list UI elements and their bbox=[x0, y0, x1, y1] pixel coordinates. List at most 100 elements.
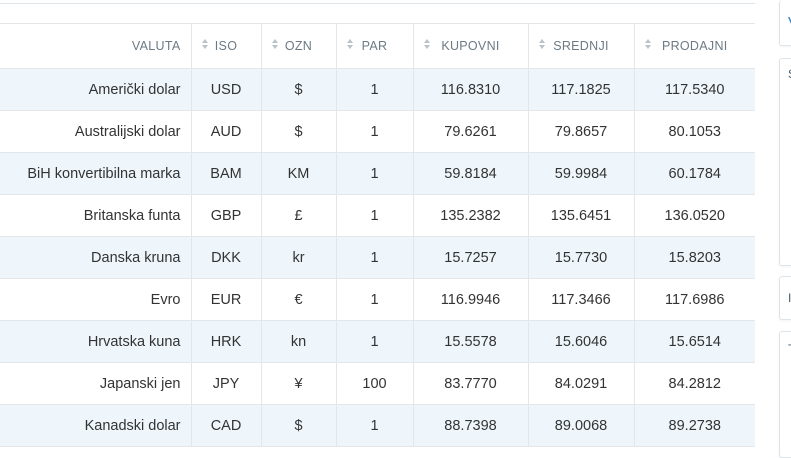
table-row: Kanadski dolar CAD $1 88.7398 89.0068 89.2738 bbox=[0, 404, 755, 447]
currency-symbol-cell: kr bbox=[260, 236, 336, 279]
iso-code-cell: BAM bbox=[190, 152, 261, 195]
currency-symbol-cell: $ bbox=[260, 68, 336, 111]
middle-rate-cell: 15.7730 bbox=[527, 236, 634, 279]
column-header-label: OZN bbox=[284, 39, 313, 53]
currency-name-cell: Evro bbox=[0, 278, 191, 321]
column-header-label: PRODAJNI bbox=[661, 39, 728, 53]
iso-code-cell: DKK bbox=[190, 236, 261, 279]
sidebar-widget-2: S bbox=[779, 58, 791, 266]
middle-rate-cell: 135.6451 bbox=[527, 194, 634, 237]
parity-cell: 1 bbox=[335, 404, 413, 447]
parity-cell: 100 bbox=[335, 362, 413, 405]
table-row: BiH konvertibilna marka BAM KM 1 59.8184 59.9… bbox=[0, 152, 755, 195]
currency-name-cell: Kanadski dolar bbox=[0, 404, 191, 447]
parity-cell: 1 bbox=[335, 110, 413, 153]
parity-cell: 1 bbox=[335, 320, 413, 363]
currency-symbol-cell: € bbox=[260, 278, 336, 321]
middle-rate-cell: 117.1825 bbox=[527, 68, 634, 111]
column-header-label: VALUTA bbox=[131, 39, 181, 53]
middle-rate-cell: 15.6046 bbox=[527, 320, 634, 363]
sidebar-widget-3[interactable]: I bbox=[779, 276, 791, 320]
column-header-valuta: VALUTA bbox=[0, 23, 191, 69]
column-header-label: KUPOVNI bbox=[441, 39, 500, 53]
column-header-label: ISO bbox=[214, 39, 238, 53]
parity-cell: 1 bbox=[335, 278, 413, 321]
selling-rate-cell: 15.8203 bbox=[633, 236, 755, 279]
buying-rate-cell: 116.9946 bbox=[412, 278, 528, 321]
currency-symbol-cell: $ bbox=[260, 404, 336, 447]
currency-name-cell: Danska kruna bbox=[0, 236, 191, 279]
selling-rate-cell: 60.1784 bbox=[633, 152, 755, 195]
middle-rate-cell: 84.0291 bbox=[527, 362, 634, 405]
sidebar-widget-1[interactable]: V bbox=[779, 0, 791, 46]
header-row: VALUTA ISO OZN PAR KUPOVNI SREDNJI PRODAJNI bbox=[0, 23, 755, 69]
buying-rate-cell: 88.7398 bbox=[412, 404, 528, 447]
sort-icon[interactable] bbox=[538, 38, 546, 52]
table-body: Američki dolar USD $1 116.8310 117.1825 117.5… bbox=[0, 68, 755, 447]
buying-rate-cell: 59.8184 bbox=[412, 152, 528, 195]
iso-code-cell: JPY bbox=[190, 362, 261, 405]
table-header: VALUTA ISO OZN PAR KUPOVNI SREDNJI PRODAJNI bbox=[0, 23, 755, 69]
sort-icon[interactable] bbox=[346, 38, 354, 52]
buying-rate-cell: 135.2382 bbox=[412, 194, 528, 237]
buying-rate-cell: 15.5578 bbox=[412, 320, 528, 363]
table-row: Američki dolar USD $1 116.8310 117.1825 117.5… bbox=[0, 68, 755, 111]
middle-rate-cell: 59.9984 bbox=[527, 152, 634, 195]
exchange-rate-table: VALUTA ISO OZN PAR KUPOVNI SREDNJI PRODAJNI Am… bbox=[0, 23, 755, 447]
parity-cell: 1 bbox=[335, 236, 413, 279]
iso-code-cell: EUR bbox=[190, 278, 261, 321]
table-row: Japanski jen JPY ¥100 83.7770 84.0291 84.2812 bbox=[0, 362, 755, 405]
currency-name-cell: Australijski dolar bbox=[0, 110, 191, 153]
column-header-prodajni[interactable]: PRODAJNI bbox=[633, 23, 755, 69]
table-row: Evro EUR €1 116.9946 117.3466 117.6986 bbox=[0, 278, 755, 321]
column-header-label: PAR bbox=[361, 39, 388, 53]
iso-code-cell: HRK bbox=[190, 320, 261, 363]
middle-rate-cell: 117.3466 bbox=[527, 278, 634, 321]
top-divider bbox=[0, 0, 755, 4]
currency-name-cell: BiH konvertibilna marka bbox=[0, 152, 191, 195]
currency-symbol-cell: ¥ bbox=[260, 362, 336, 405]
middle-rate-cell: 79.8657 bbox=[527, 110, 634, 153]
table-row: Hrvatska kuna HRK kn 1 15.5578 15.6046 15.6514 bbox=[0, 320, 755, 363]
table-row: Danska kruna DKK kr 1 15.7257 15.7730 15.8203 bbox=[0, 236, 755, 279]
buying-rate-cell: 15.7257 bbox=[412, 236, 528, 279]
selling-rate-cell: 89.2738 bbox=[633, 404, 755, 447]
middle-rate-cell: 89.0068 bbox=[527, 404, 634, 447]
currency-symbol-cell: $ bbox=[260, 110, 336, 153]
buying-rate-cell: 83.7770 bbox=[412, 362, 528, 405]
sort-icon[interactable] bbox=[271, 38, 279, 52]
selling-rate-cell: 136.0520 bbox=[633, 194, 755, 237]
currency-name-cell: Hrvatska kuna bbox=[0, 320, 191, 363]
selling-rate-cell: 117.5340 bbox=[633, 68, 755, 111]
iso-code-cell: CAD bbox=[190, 404, 261, 447]
column-header-ozn[interactable]: OZN bbox=[260, 23, 336, 69]
column-header-srednji[interactable]: SREDNJI bbox=[527, 23, 634, 69]
currency-symbol-cell: KM bbox=[260, 152, 336, 195]
iso-code-cell: AUD bbox=[190, 110, 261, 153]
iso-code-cell: GBP bbox=[190, 194, 261, 237]
selling-rate-cell: 80.1053 bbox=[633, 110, 755, 153]
parity-cell: 1 bbox=[335, 194, 413, 237]
exchange-rate-table-container: VALUTA ISO OZN PAR KUPOVNI SREDNJI PRODAJNI Am… bbox=[0, 23, 755, 447]
currency-symbol-cell: kn bbox=[260, 320, 336, 363]
currency-symbol-cell: £ bbox=[260, 194, 336, 237]
currency-name-cell: Japanski jen bbox=[0, 362, 191, 405]
parity-cell: 1 bbox=[335, 152, 413, 195]
sidebar-widget-4: T bbox=[779, 331, 791, 458]
column-header-iso[interactable]: ISO bbox=[190, 23, 261, 69]
sort-icon[interactable] bbox=[201, 38, 209, 52]
buying-rate-cell: 79.6261 bbox=[412, 110, 528, 153]
selling-rate-cell: 15.6514 bbox=[633, 320, 755, 363]
currency-name-cell: Britanska funta bbox=[0, 194, 191, 237]
sort-icon[interactable] bbox=[423, 38, 431, 52]
column-header-label: SREDNJI bbox=[553, 39, 609, 53]
buying-rate-cell: 116.8310 bbox=[412, 68, 528, 111]
currency-name-cell: Američki dolar bbox=[0, 68, 191, 111]
column-header-par[interactable]: PAR bbox=[335, 23, 413, 69]
selling-rate-cell: 84.2812 bbox=[633, 362, 755, 405]
iso-code-cell: USD bbox=[190, 68, 261, 111]
sort-icon[interactable] bbox=[644, 38, 652, 52]
table-row: Australijski dolar AUD $1 79.6261 79.8657 80.… bbox=[0, 110, 755, 153]
selling-rate-cell: 117.6986 bbox=[633, 278, 755, 321]
column-header-kupovni[interactable]: KUPOVNI bbox=[412, 23, 528, 69]
